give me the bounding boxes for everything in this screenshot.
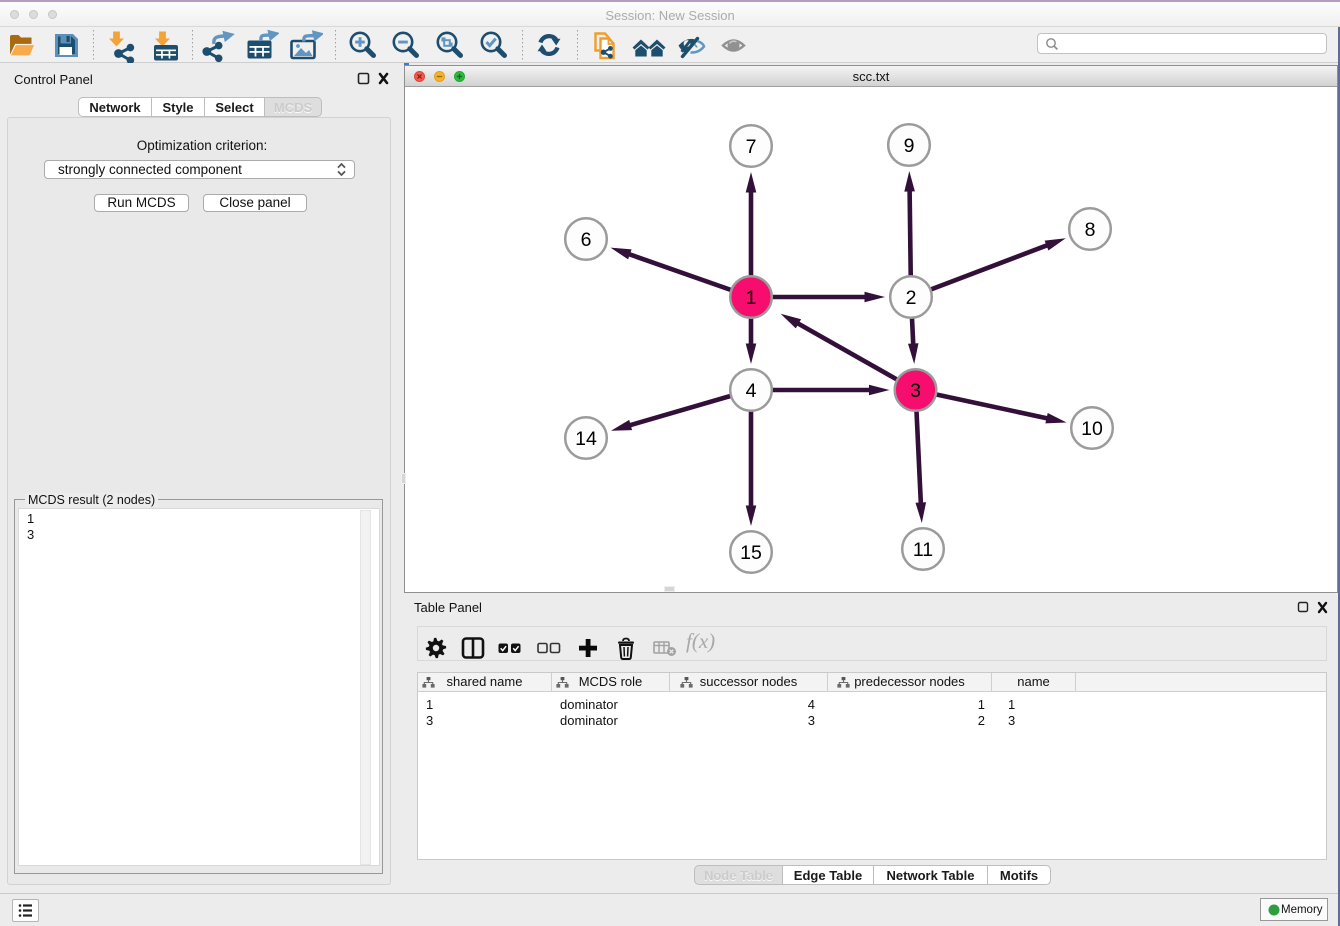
svg-text:6: 6: [581, 229, 592, 251]
svg-text:11: 11: [913, 539, 933, 561]
svg-text:7: 7: [746, 136, 757, 158]
svg-text:10: 10: [1081, 418, 1103, 440]
svg-text:15: 15: [740, 542, 762, 564]
svg-text:2: 2: [906, 287, 917, 309]
svg-text:9: 9: [904, 135, 915, 157]
svg-text:8: 8: [1085, 219, 1096, 241]
svg-text:4: 4: [746, 380, 757, 402]
svg-text:3: 3: [910, 380, 921, 402]
svg-text:14: 14: [575, 428, 597, 450]
svg-text:1: 1: [746, 287, 757, 309]
